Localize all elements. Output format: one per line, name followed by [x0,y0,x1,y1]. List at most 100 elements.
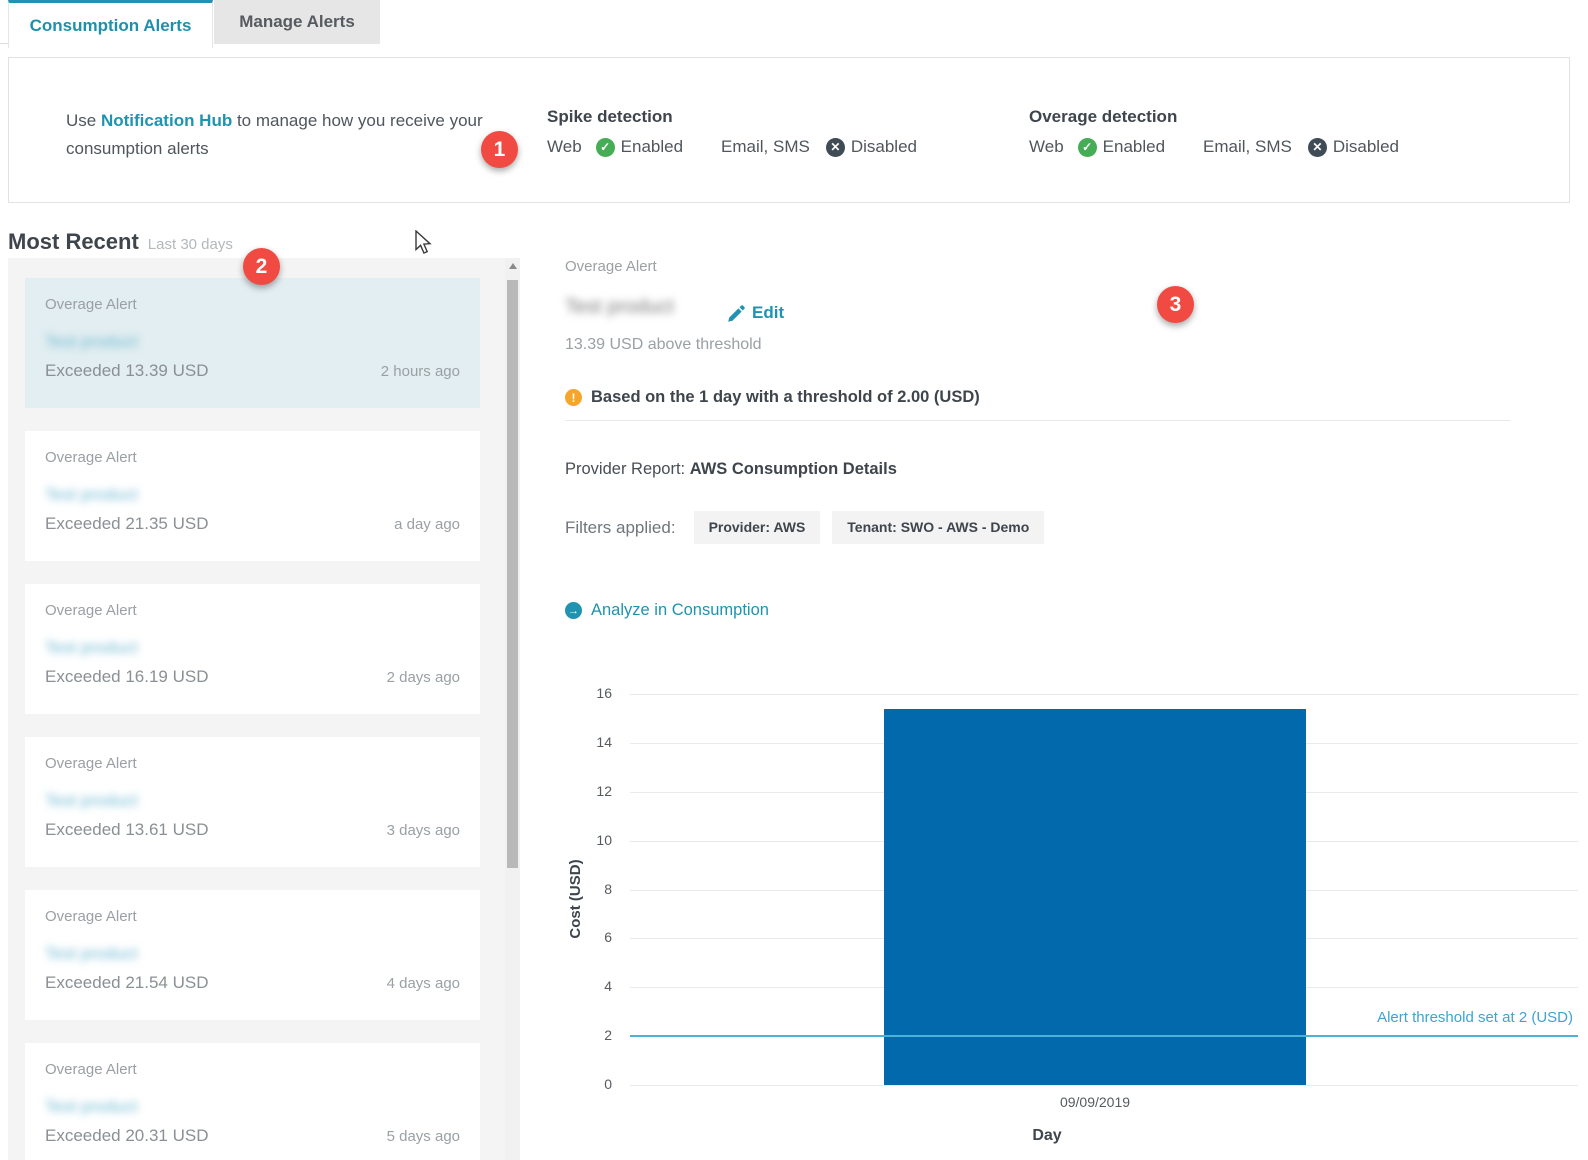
analyze-in-consumption-link[interactable]: → Analyze in Consumption [565,601,769,620]
tab-manage-alerts-label: Manage Alerts [239,12,355,32]
alert-card-type: Overage Alert [45,296,460,313]
alert-card-exceeded: Exceeded 13.39 USD [45,361,209,381]
x-tick-label: 09/09/2019 [884,1094,1306,1110]
edit-label: Edit [752,303,784,323]
scrollbar-up-arrow-icon[interactable] [505,258,520,274]
detail-divider [565,420,1510,421]
chart-bar[interactable] [884,709,1306,1085]
y-tick-label: 10 [552,832,612,848]
overage-email-label: Email, SMS [1203,137,1292,157]
notification-hub-link[interactable]: Notification Hub [101,111,232,130]
tab-consumption-alerts[interactable]: Consumption Alerts [8,0,213,48]
alert-card-name-redacted: Test product [45,485,138,505]
annotation-badge-3: 3 [1157,286,1194,323]
spike-email-label: Email, SMS [721,137,810,157]
mouse-cursor [415,230,435,256]
overage-detection-title: Overage detection [1029,107,1399,127]
detail-warning-row: ! Based on the 1 day with a threshold of… [565,388,980,407]
detail-alert-name-redacted: Test product [565,296,674,319]
alert-card-time: 5 days ago [387,1128,460,1145]
y-tick-label: 0 [552,1076,612,1092]
scrollbar-thumb[interactable] [507,280,518,868]
detail-alert-type: Overage Alert [565,258,657,275]
alert-card-time: 3 days ago [387,822,460,839]
y-tick-label: 14 [552,734,612,750]
provider-report-row: Provider Report: AWS Consumption Details [565,460,897,479]
alert-card[interactable]: Overage AlertTest productExceeded 20.31 … [25,1043,480,1160]
overage-web-status: Enabled [1103,137,1165,157]
alert-card-time: 4 days ago [387,975,460,992]
detail-warning-text: Based on the 1 day with a threshold of 2… [591,388,980,407]
alert-card[interactable]: Overage Alert Test product Exceeded 13.61 … [25,737,480,867]
overage-detection-group: Overage detection Web ✓ Enabled Email, S… [1029,107,1399,157]
cross-icon: ✕ [1308,138,1327,157]
pencil-icon [728,305,745,322]
alerts-list: Overage Alert Test product Exceeded 13.39 … [25,278,480,1160]
alert-card-name-redacted: Test product [45,791,138,811]
alert-card-type: Overage Alert [45,449,460,466]
y-tick-label: 6 [552,929,612,945]
gridline [630,694,1578,695]
overage-web-label: Web [1029,137,1064,157]
most-recent-subtitle: Last 30 days [148,236,233,253]
tab-manage-alerts[interactable]: Manage Alerts [214,0,380,44]
spike-web-status: Enabled [621,137,683,157]
filter-chip: Provider: AWS [694,511,821,544]
alert-card[interactable]: Overage Alert Test product Exceeded 21.54 … [25,890,480,1020]
alert-card-type: Overage Alert [45,755,460,772]
spike-email-status: Disabled [851,137,917,157]
arrow-right-circle-icon: → [565,602,582,619]
notification-hub-text: Use Notification Hub to manage how you r… [66,107,501,163]
analyze-label: Analyze in Consumption [591,601,769,620]
alerts-list-panel: Overage Alert Test product Exceeded 13.39 … [8,258,520,1160]
alert-card-name-redacted: Test product [45,1097,138,1117]
y-axis-label: Cost (USD) [567,819,587,979]
alert-card-type: Overage Alert [45,908,460,925]
x-axis-label: Day [947,1127,1147,1145]
alert-card-exceeded: Exceeded 13.61 USD [45,820,209,840]
alert-card-name-redacted: Test product [45,944,138,964]
alert-card-time: 2 days ago [387,669,460,686]
alert-card-time: a day ago [394,516,460,533]
alert-card-time: 2 hours ago [381,363,460,380]
alert-card-exceeded: Exceeded 16.19 USD [45,667,209,687]
y-tick-label: 16 [552,685,612,701]
alert-card-type: Overage Alert [45,1061,460,1078]
filters-applied-row: Filters applied: Provider: AWSTenant: SW… [565,511,1056,544]
alert-card-name-redacted: Test product [45,332,138,352]
most-recent-header: Most Recent Last 30 days [8,229,233,255]
edit-alert-button[interactable]: Edit [728,303,784,323]
provider-report-label: Provider Report: [565,460,690,478]
y-tick-label: 8 [552,881,612,897]
tab-consumption-alerts-label: Consumption Alerts [30,16,192,36]
overage-email-status: Disabled [1333,137,1399,157]
notification-text-prefix: Use [66,111,101,130]
alert-card[interactable]: Overage Alert Test product Exceeded 16.19 … [25,584,480,714]
y-tick-label: 4 [552,978,612,994]
annotation-badge-1: 1 [481,131,518,168]
check-icon: ✓ [1078,138,1097,157]
alert-card-name-redacted: Test product [45,638,138,658]
tabbar-border [0,43,8,44]
list-scrollbar[interactable] [505,258,520,1160]
filter-chips: Provider: AWSTenant: SWO - AWS - Demo [694,511,1057,544]
provider-report-value: AWS Consumption Details [690,460,897,478]
spike-detection-group: Spike detection Web ✓ Enabled Email, SMS… [547,107,917,157]
consumption-alerts-page: Consumption Alerts Manage Alerts Use Not… [0,0,1588,1160]
alert-card[interactable]: Overage Alert Test product Exceeded 21.35 … [25,431,480,561]
y-tick-label: 12 [552,783,612,799]
spike-detection-title: Spike detection [547,107,917,127]
alert-card-type: Overage Alert [45,602,460,619]
most-recent-title: Most Recent [8,229,139,254]
warning-icon: ! [565,389,582,406]
filters-applied-label: Filters applied: [565,511,676,544]
check-icon: ✓ [596,138,615,157]
notification-settings-panel: Use Notification Hub to manage how you r… [8,57,1570,203]
spike-web-label: Web [547,137,582,157]
cross-icon: ✕ [826,138,845,157]
detail-above-threshold: 13.39 USD above threshold [565,336,762,354]
alert-card-exceeded: Exceeded 21.54 USD [45,973,209,993]
alert-card-exceeded: Exceeded 21.35 USD [45,514,209,534]
annotation-badge-2: 2 [243,248,280,285]
alert-card[interactable]: Overage Alert Test product Exceeded 13.39 … [25,278,480,408]
